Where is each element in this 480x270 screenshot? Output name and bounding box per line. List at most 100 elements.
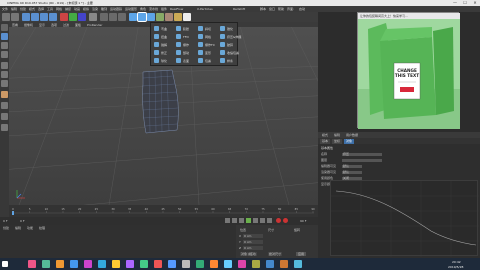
play-icon[interactable] xyxy=(246,218,251,223)
record-icon[interactable] xyxy=(276,218,281,223)
move-icon[interactable] xyxy=(31,13,39,21)
app-icon-3[interactable] xyxy=(56,260,64,268)
start-frame[interactable]: 0 F xyxy=(3,219,8,223)
menu-item-7[interactable]: 捕捉 xyxy=(65,7,71,11)
curve-graph[interactable] xyxy=(330,180,479,257)
deformer-icon-9[interactable] xyxy=(176,42,181,47)
app-icon-10[interactable] xyxy=(154,260,162,268)
x-axis-icon[interactable] xyxy=(60,13,68,21)
clock-time[interactable]: 20:42 xyxy=(452,260,461,264)
next-frame-icon[interactable] xyxy=(253,218,258,223)
scale-icon[interactable] xyxy=(40,13,48,21)
menu-item-21[interactable]: 窗口 xyxy=(269,7,275,11)
y-axis-icon[interactable] xyxy=(69,13,77,21)
pos-z-field[interactable]: 0 cm xyxy=(243,245,263,250)
pos-y-field[interactable]: 0 cm xyxy=(243,239,263,244)
app-icon-7[interactable] xyxy=(112,260,120,268)
deformer-label-10[interactable]: 爆炸FX xyxy=(205,43,215,47)
prev-frame-icon[interactable] xyxy=(239,218,244,223)
undo-icon[interactable] xyxy=(2,13,10,21)
attr-field-2[interactable]: 默认 xyxy=(342,164,362,168)
deformer-icon-15[interactable] xyxy=(220,50,225,55)
viewport-menu-item-5[interactable]: 面板 xyxy=(75,23,81,27)
apply-button[interactable]: 应用 xyxy=(296,252,307,256)
first-frame-icon[interactable] xyxy=(225,218,230,223)
windows-start-icon[interactable] xyxy=(2,261,8,267)
clock-date[interactable]: 2019/5/28 xyxy=(448,265,463,269)
deformer-label-8[interactable]: 融解 xyxy=(161,43,167,47)
menu-item-19[interactable]: Redshift xyxy=(233,7,245,11)
environment-icon[interactable] xyxy=(165,13,173,21)
deformer-icon-14[interactable] xyxy=(198,50,203,55)
deformer-icon-17[interactable] xyxy=(176,58,181,63)
menu-item-14[interactable]: 角色 xyxy=(140,7,146,11)
app-icon-14[interactable] xyxy=(210,260,218,268)
attr-tab-edit[interactable]: 编辑 xyxy=(332,133,342,138)
menu-item-11[interactable]: 雕刻 xyxy=(101,7,107,11)
app-icon-16[interactable] xyxy=(238,260,246,268)
deformer-icon-1[interactable] xyxy=(176,26,181,31)
subtab-coord[interactable]: 坐标 xyxy=(332,138,343,144)
cube-icon[interactable] xyxy=(129,13,137,21)
viewport-menu-item-1[interactable]: 摄像机 xyxy=(24,23,33,27)
deformer-label-15[interactable]: 收缩包裹 xyxy=(227,51,239,55)
autokey-icon[interactable] xyxy=(283,218,288,223)
deformer-icon-3[interactable] xyxy=(220,26,225,31)
app-icon-19[interactable] xyxy=(280,260,288,268)
menu-item-3[interactable]: 模式 xyxy=(29,7,35,11)
app-icon-4[interactable] xyxy=(70,260,78,268)
menu-item-17[interactable]: RealFlow xyxy=(170,7,183,11)
deformer-label-9[interactable]: 爆炸 xyxy=(183,43,189,47)
deformer-icon-5[interactable] xyxy=(176,34,181,39)
last-frame-icon[interactable] xyxy=(267,218,272,223)
menu-item-13[interactable]: 运动图形 xyxy=(125,7,137,11)
app-icon-1[interactable] xyxy=(28,260,36,268)
app-icon-13[interactable] xyxy=(196,260,204,268)
texture-mode-icon[interactable] xyxy=(1,42,8,49)
deformer-label-1[interactable]: 膨胀 xyxy=(183,27,189,31)
rotate-icon[interactable] xyxy=(49,13,57,21)
bag-mesh[interactable] xyxy=(141,69,179,134)
deformer-label-5[interactable]: FFD xyxy=(183,35,189,39)
app-icon-8[interactable] xyxy=(126,260,134,268)
z-axis-icon[interactable] xyxy=(78,13,86,21)
app-icon-17[interactable] xyxy=(252,260,260,268)
menu-item-6[interactable]: 网格 xyxy=(56,7,62,11)
menu-item-22[interactable]: 帮助 xyxy=(278,7,284,11)
menu-item-24[interactable]: 启动 xyxy=(299,7,305,11)
deformer-icon-19[interactable] xyxy=(220,58,225,63)
deformer-icon[interactable] xyxy=(137,12,147,22)
app-icon-11[interactable] xyxy=(168,260,176,268)
deformer-icon-4[interactable] xyxy=(154,34,159,39)
viewport-menu-item-6[interactable]: ProRender xyxy=(87,23,102,27)
edges-mode-icon[interactable] xyxy=(1,71,8,78)
next-key-icon[interactable] xyxy=(260,218,265,223)
coordinate-icon[interactable] xyxy=(89,13,97,21)
end-frame[interactable]: 90 F xyxy=(300,219,307,223)
deformer-icon-18[interactable] xyxy=(198,58,203,63)
deformer-label-18[interactable]: 包裹 xyxy=(205,59,211,63)
workplane-icon[interactable] xyxy=(1,51,8,58)
points-mode-icon[interactable] xyxy=(1,62,8,69)
axis-mode-icon[interactable] xyxy=(1,91,8,98)
attr-field-1[interactable] xyxy=(342,158,382,162)
menu-item-20[interactable]: 脚本 xyxy=(260,7,266,11)
app-icon-20[interactable] xyxy=(294,260,302,268)
deformer-label-6[interactable]: 网格 xyxy=(205,35,211,39)
snap-icon[interactable] xyxy=(1,102,8,109)
deformer-label-0[interactable]: 弯曲 xyxy=(161,27,167,31)
menu-item-0[interactable]: 文件 xyxy=(2,7,8,11)
deformer-icon-8[interactable] xyxy=(154,42,159,47)
deformer-label-19[interactable]: 样条 xyxy=(227,59,233,63)
viewport-menu-item-3[interactable]: 选项 xyxy=(51,23,57,27)
subtab-basic[interactable]: 基本 xyxy=(320,138,331,144)
app-icon-6[interactable] xyxy=(98,260,106,268)
menu-item-2[interactable]: 创建 xyxy=(20,7,26,11)
viewport-menu-item-2[interactable]: 显示 xyxy=(39,23,45,27)
deformer-icon-12[interactable] xyxy=(154,50,159,55)
deformer-icon-0[interactable] xyxy=(154,26,159,31)
app-icon-2[interactable] xyxy=(42,260,50,268)
light-icon[interactable] xyxy=(183,13,191,21)
deformer-label-7[interactable]: 挤压&伸展 xyxy=(227,35,241,39)
menu-item-5[interactable]: 工具 xyxy=(47,7,53,11)
